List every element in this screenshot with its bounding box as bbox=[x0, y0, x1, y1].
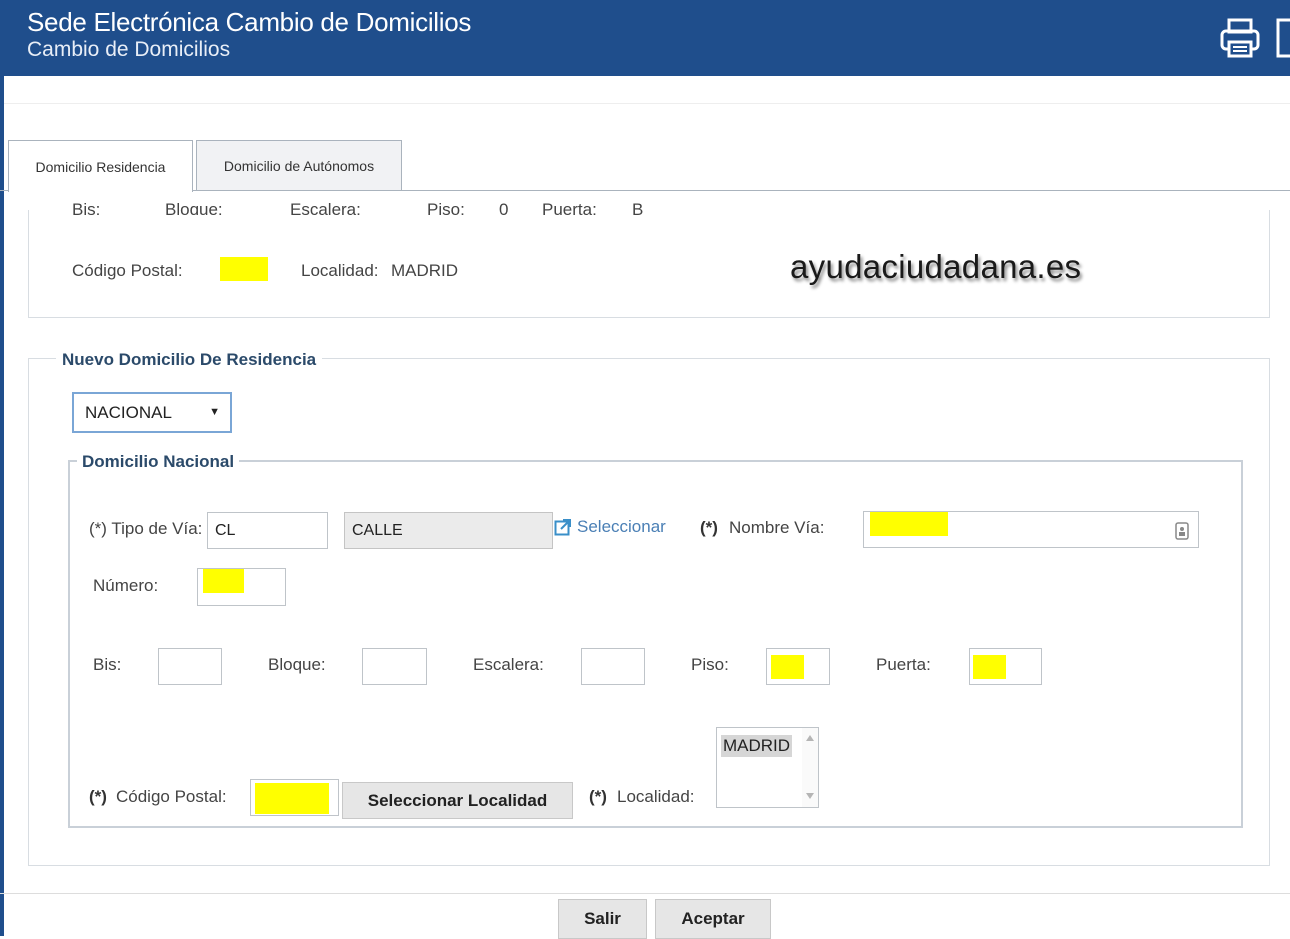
app-subtitle: Cambio de Domicilios bbox=[27, 38, 231, 61]
tipo-via-name-field: CALLE bbox=[344, 512, 553, 549]
puerta-input[interactable] bbox=[969, 648, 1042, 685]
tipo-via-label: (*) Tipo de Vía: bbox=[89, 519, 203, 538]
puerta-label: Puerta: bbox=[876, 655, 931, 674]
scroll-down-icon[interactable] bbox=[806, 793, 814, 799]
old-escalera-label: Escalera: bbox=[290, 200, 361, 215]
redacted-puerta bbox=[973, 655, 1006, 679]
redacted-street-name bbox=[870, 512, 948, 536]
app-title: Sede Electrónica Cambio de Domicilios bbox=[27, 7, 472, 37]
bis-input[interactable] bbox=[158, 648, 222, 685]
old-puerta-value: B bbox=[632, 200, 644, 215]
redacted-postal-code bbox=[220, 257, 268, 281]
app-header: Sede Electrónica Cambio de Domicilios Ca… bbox=[0, 0, 1290, 76]
listbox-scrollbar[interactable] bbox=[802, 728, 818, 807]
document-icon[interactable] bbox=[1276, 18, 1290, 58]
piso-input[interactable] bbox=[766, 648, 830, 685]
old-postal-code-label: Código Postal: bbox=[72, 261, 183, 280]
seleccionar-tipo-via-link[interactable]: Seleccionar bbox=[554, 517, 666, 537]
escalera-label: Escalera: bbox=[473, 655, 544, 674]
tipo-via-code-value: CL bbox=[215, 521, 236, 539]
scroll-up-icon[interactable] bbox=[806, 735, 814, 741]
country-select-value: NACIONAL bbox=[85, 402, 172, 422]
tab-domicilio-autonomos[interactable]: Domicilio de Autónomos bbox=[196, 140, 402, 190]
current-address-panel bbox=[28, 210, 1270, 318]
tipo-via-code-input[interactable]: CL bbox=[207, 512, 328, 549]
codigo-postal-required-mark: (*) bbox=[89, 787, 107, 806]
aceptar-button[interactable]: Aceptar bbox=[655, 899, 771, 939]
tabs-baseline bbox=[0, 190, 1290, 191]
left-border bbox=[0, 76, 4, 936]
localidad-listbox[interactable]: MADRID bbox=[716, 727, 819, 808]
salir-button[interactable]: Salir bbox=[558, 899, 647, 939]
localidad-label: Localidad: bbox=[617, 787, 695, 806]
tipo-via-name-value: CALLE bbox=[352, 521, 403, 539]
old-localidad-value: MADRID bbox=[391, 261, 459, 280]
contact-card-icon bbox=[1175, 522, 1189, 540]
footer-divider bbox=[0, 893, 1290, 894]
seleccionar-localidad-button[interactable]: Seleccionar Localidad bbox=[342, 782, 573, 819]
old-piso-value: 0 bbox=[499, 200, 509, 215]
numero-input[interactable] bbox=[197, 568, 286, 606]
bis-label: Bis: bbox=[93, 655, 122, 674]
old-bloque-label: Bloque: bbox=[165, 200, 223, 215]
redacted-piso bbox=[771, 655, 804, 679]
old-puerta-label: Puerta: bbox=[542, 200, 597, 215]
nombre-via-required-mark: (*) bbox=[700, 518, 718, 537]
localidad-option[interactable]: MADRID bbox=[721, 735, 793, 757]
numero-label: Número: bbox=[93, 576, 159, 595]
divider bbox=[4, 103, 1290, 104]
nombre-via-label: Nombre Vía: bbox=[729, 518, 825, 537]
escalera-input[interactable] bbox=[581, 648, 645, 685]
bloque-input[interactable] bbox=[362, 648, 427, 685]
codigo-postal-input[interactable] bbox=[250, 779, 339, 816]
new-address-legend: Nuevo Domicilio De Residencia bbox=[56, 350, 323, 370]
tab-domicilio-residencia[interactable]: Domicilio Residencia bbox=[8, 140, 193, 192]
redacted-codigo-postal bbox=[255, 783, 329, 814]
localidad-required-mark: (*) bbox=[589, 787, 607, 806]
chevron-down-icon: ▼ bbox=[209, 406, 220, 418]
domicilio-nacional-legend: Domicilio Nacional bbox=[77, 452, 240, 472]
external-link-icon bbox=[554, 519, 571, 536]
redacted-numero bbox=[203, 569, 244, 593]
piso-label: Piso: bbox=[691, 655, 729, 674]
bloque-label: Bloque: bbox=[268, 655, 326, 674]
watermark: ayudaciudadana.es bbox=[790, 248, 1082, 285]
printer-icon[interactable] bbox=[1218, 16, 1262, 60]
country-select[interactable]: NACIONAL ▼ bbox=[72, 392, 232, 433]
old-bis-label: Bis: bbox=[72, 200, 101, 215]
old-localidad-label: Localidad: bbox=[301, 261, 379, 280]
nombre-via-input[interactable] bbox=[863, 511, 1199, 548]
old-piso-label: Piso: bbox=[427, 200, 465, 215]
codigo-postal-label: Código Postal: bbox=[116, 787, 227, 806]
seleccionar-link-label: Seleccionar bbox=[577, 517, 666, 536]
